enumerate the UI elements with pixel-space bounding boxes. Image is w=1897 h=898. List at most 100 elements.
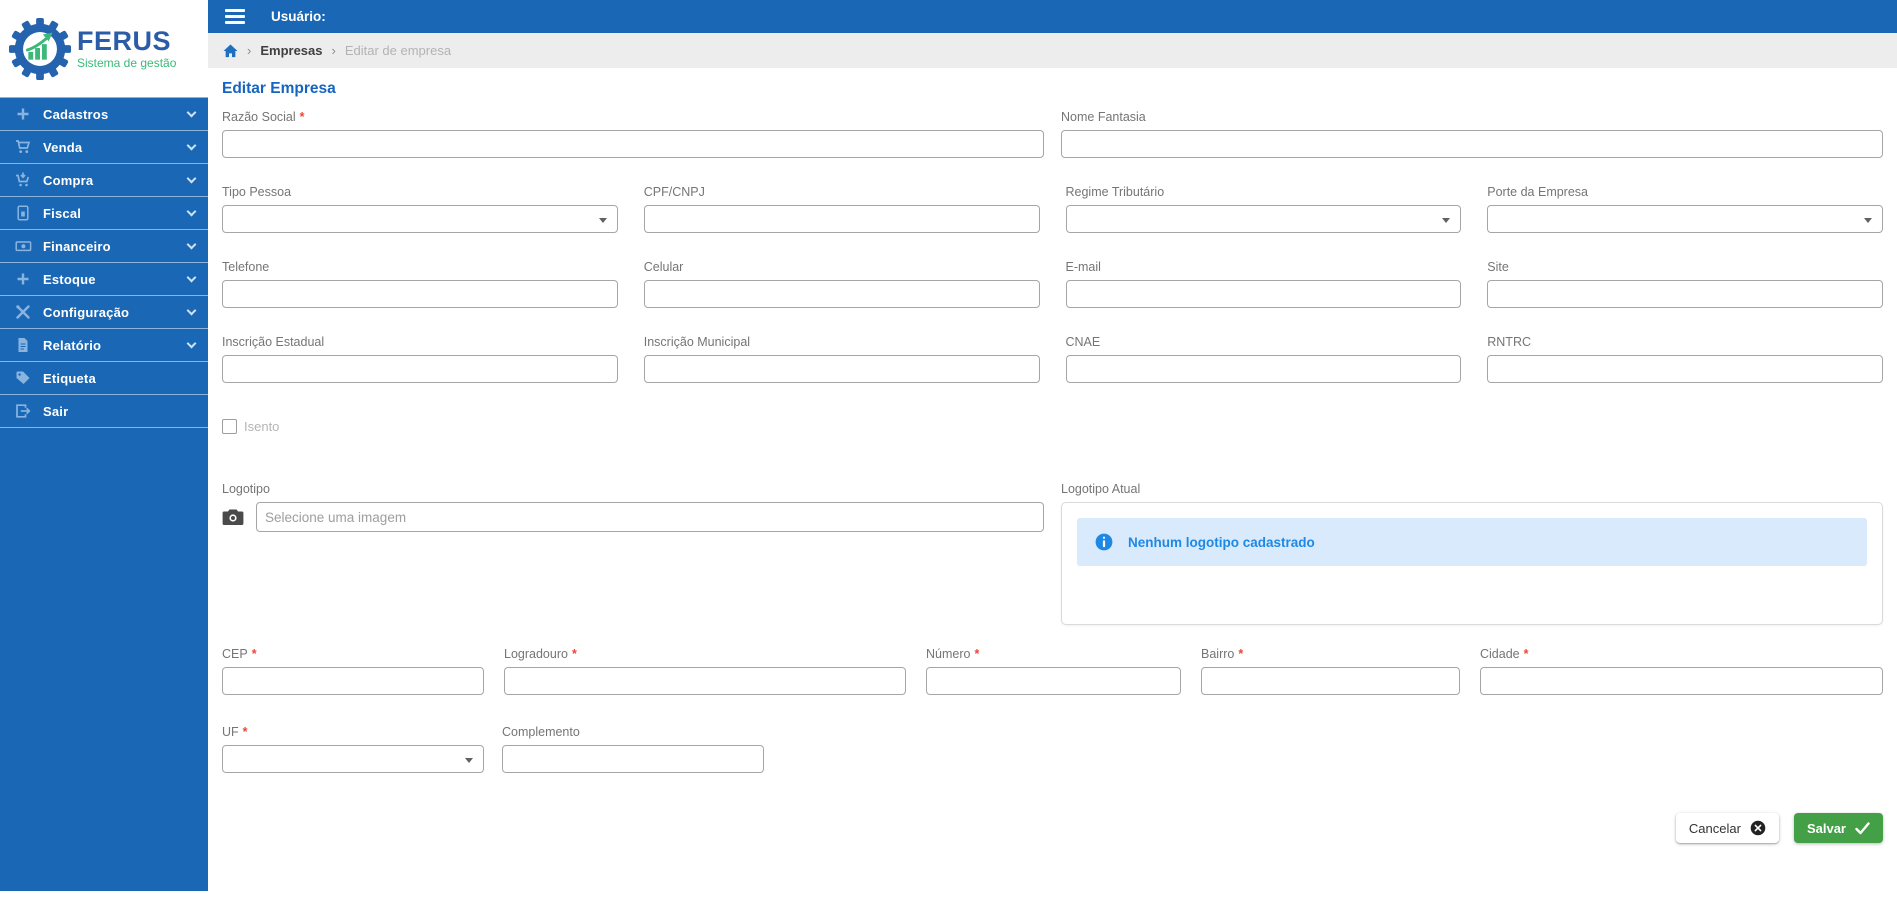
sidebar: FERUS Sistema de gestão Cadastros Venda … [0,0,208,891]
field-telefone: Telefone [222,260,618,308]
plus-icon [14,106,32,122]
isento-label: Isento [244,419,280,434]
caret-down-icon [465,758,473,763]
sidebar-item-venda[interactable]: Venda [0,130,208,163]
field-tipo-pessoa: Tipo Pessoa [222,185,618,233]
required-marker: * [242,725,248,739]
isento-checkbox-input[interactable] [222,419,237,434]
sidebar-item-sair[interactable]: Sair [0,394,208,427]
field-inscricao-municipal: Inscrição Municipal [643,335,1040,383]
field-label: Regime Tributário [1065,185,1165,199]
field-nome-fantasia: Nome Fantasia [1061,110,1883,158]
field-razao-social: Razão Social * [222,110,1044,158]
edit-company-form: Editar Empresa Razão Social * Nome Fantas… [208,80,1897,843]
inscricao-estadual-input[interactable] [222,355,618,383]
caret-down-icon [1442,218,1451,223]
brand-logo[interactable]: FERUS Sistema de gestão [0,0,208,97]
logotipo-file-input[interactable] [256,502,1044,532]
nome-fantasia-input[interactable] [1061,130,1883,158]
field-porte-empresa: Porte da Empresa [1487,185,1883,233]
regime-tributario-select[interactable] [1065,205,1462,233]
chevron-down-icon [186,173,197,183]
field-label: UF * [222,725,248,739]
save-button[interactable]: Salvar [1793,813,1883,843]
breadcrumb-separator: › [331,43,336,58]
ferus-gear-logo-icon [8,17,72,80]
sidebar-item-label: Configuração [43,304,130,320]
field-label: Site [1487,260,1509,274]
page-title: Editar Empresa [222,80,336,97]
numero-input[interactable] [926,667,1181,695]
caret-down-icon [1864,218,1872,223]
isento-checkbox[interactable]: Isento [222,419,279,434]
menu-toggle-button[interactable] [225,9,245,24]
field-label: Razão Social * [222,110,305,124]
field-label: Logotipo [222,482,270,496]
inscricao-municipal-input[interactable] [643,355,1040,383]
sidebar-item-cadastros[interactable]: Cadastros [0,97,208,130]
sidebar-item-compra[interactable]: Compra [0,163,208,196]
logradouro-input[interactable] [504,667,906,695]
field-logotipo-atual: Logotipo Atual Nenhum logotipo cadastrad… [1061,482,1883,625]
field-label: CPF/CNPJ [643,185,705,199]
cart-arrow-down-icon [14,172,32,188]
cnae-input[interactable] [1065,355,1462,383]
razao-social-input[interactable] [222,130,1044,158]
brand-name: FERUS [77,26,172,56]
field-label: Logotipo Atual [1061,482,1141,496]
cpf-cnpj-input[interactable] [643,205,1040,233]
email-input[interactable] [1065,280,1462,308]
sidebar-menu: Cadastros Venda Compra Fiscal Financeiro… [0,97,208,428]
sidebar-item-estoque[interactable]: Estoque [0,262,208,295]
field-cidade: Cidade * [1480,647,1883,695]
tag-icon [14,370,32,386]
rntrc-input[interactable] [1487,355,1883,383]
tipo-pessoa-select[interactable] [222,205,618,233]
porte-empresa-select[interactable] [1487,205,1883,233]
file-alt-icon [14,337,32,353]
field-label: RNTRC [1487,335,1531,349]
breadcrumb-link-empresas[interactable]: Empresas [260,43,322,58]
field-uf: UF * [222,725,484,773]
site-input[interactable] [1487,280,1883,308]
field-label: CNAE [1065,335,1101,349]
sidebar-item-label: Fiscal [43,205,82,221]
field-email: E-mail [1065,260,1462,308]
field-label: Inscrição Municipal [643,335,751,349]
sidebar-item-fiscal[interactable]: Fiscal [0,196,208,229]
field-site: Site [1487,260,1883,308]
brand-tagline: Sistema de gestão [77,56,177,70]
user-label: Usuário: [271,9,326,24]
field-label: Inscrição Estadual [222,335,325,349]
chevron-down-icon [186,239,197,249]
sidebar-item-etiqueta[interactable]: Etiqueta [0,361,208,394]
field-label: Tipo Pessoa [222,185,292,199]
cancel-button[interactable]: Cancelar [1675,813,1779,843]
home-icon[interactable] [223,43,238,58]
sidebar-item-financeiro[interactable]: Financeiro [0,229,208,262]
field-bairro: Bairro * [1201,647,1460,695]
telefone-input[interactable] [222,280,618,308]
celular-input[interactable] [643,280,1040,308]
chevron-down-icon [186,107,197,117]
uf-select[interactable] [222,745,484,773]
field-celular: Celular [643,260,1040,308]
required-marker: * [1238,647,1244,661]
sidebar-item-label: Sair [43,403,69,419]
cep-input[interactable] [222,667,484,695]
field-label: Bairro * [1201,647,1244,661]
check-icon [1855,821,1870,834]
bairro-input[interactable] [1201,667,1460,695]
chevron-down-icon [186,305,197,315]
field-label: E-mail [1065,260,1101,274]
complemento-input[interactable] [502,745,764,773]
sidebar-item-configuracao[interactable]: Configuração [0,295,208,328]
chevron-down-icon [186,272,197,282]
field-label: Cidade * [1480,647,1529,661]
sidebar-item-relatorio[interactable]: Relatório [0,328,208,361]
required-marker: * [299,110,305,124]
cidade-input[interactable] [1480,667,1883,695]
required-marker: * [1523,647,1529,661]
field-logotipo: Logotipo [222,482,1044,625]
money-bill-icon [14,238,32,254]
